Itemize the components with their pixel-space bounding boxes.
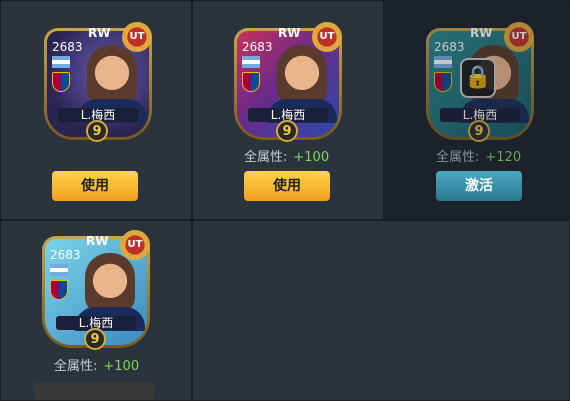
- position-label: RW: [278, 26, 301, 40]
- ut-badge-icon: UT: [122, 22, 152, 52]
- position-label: RW: [88, 26, 111, 40]
- attribute-bonus-4: 全属性: +100: [54, 355, 139, 374]
- player-portrait: [277, 45, 327, 107]
- position-label: RW: [470, 26, 493, 40]
- attribute-label: 全属性:: [436, 150, 480, 165]
- ut-badge-icon: UT: [120, 230, 150, 260]
- attribute-value: +120: [485, 150, 522, 165]
- rating-value: 2683: [52, 40, 83, 54]
- player-card-3[interactable]: RW 2683 UT 🔒 L.梅西 9: [426, 22, 534, 142]
- attribute-value: +100: [293, 150, 330, 165]
- barcelona-crest-icon: [50, 280, 68, 300]
- activate-button[interactable]: 激活: [436, 171, 522, 201]
- lock-icon: 🔒: [460, 58, 496, 98]
- rating-value: 2683: [434, 40, 465, 54]
- player-portrait: [85, 253, 135, 315]
- use-button-2[interactable]: 使用: [244, 171, 330, 201]
- barcelona-crest-icon: [434, 72, 452, 92]
- attribute-bonus-2: 全属性: +100: [244, 146, 329, 165]
- argentina-flag-icon: [50, 264, 68, 276]
- ut-badge-icon: UT: [312, 22, 342, 52]
- barcelona-crest-icon: [242, 72, 260, 92]
- argentina-flag-icon: [434, 56, 452, 68]
- position-label: RW: [86, 234, 109, 248]
- attribute-value: +100: [103, 359, 140, 374]
- attribute-label: 全属性:: [54, 359, 98, 374]
- ut-badge-icon: UT: [504, 22, 534, 52]
- player-card-2[interactable]: RW 2683 UT L.梅西 9: [234, 22, 342, 142]
- empty-cell: [192, 220, 570, 401]
- attribute-label: 全属性:: [244, 150, 288, 165]
- level-badge: 9: [468, 120, 490, 142]
- barcelona-crest-icon: [52, 72, 70, 92]
- rating-value: 2683: [50, 248, 81, 262]
- player-portrait: [87, 45, 137, 107]
- level-badge: 9: [84, 328, 106, 350]
- partial-button[interactable]: [34, 382, 154, 400]
- argentina-flag-icon: [242, 56, 260, 68]
- attribute-bonus-3: 全属性: +120: [436, 146, 521, 165]
- rating-value: 2683: [242, 40, 273, 54]
- use-button-1[interactable]: 使用: [52, 171, 138, 201]
- level-badge: 9: [276, 120, 298, 142]
- argentina-flag-icon: [52, 56, 70, 68]
- player-card-1[interactable]: RW 2683 UT L.梅西 9: [44, 22, 152, 142]
- level-badge: 9: [86, 120, 108, 142]
- player-card-4[interactable]: RW 2683 UT L.梅西 9: [42, 230, 150, 350]
